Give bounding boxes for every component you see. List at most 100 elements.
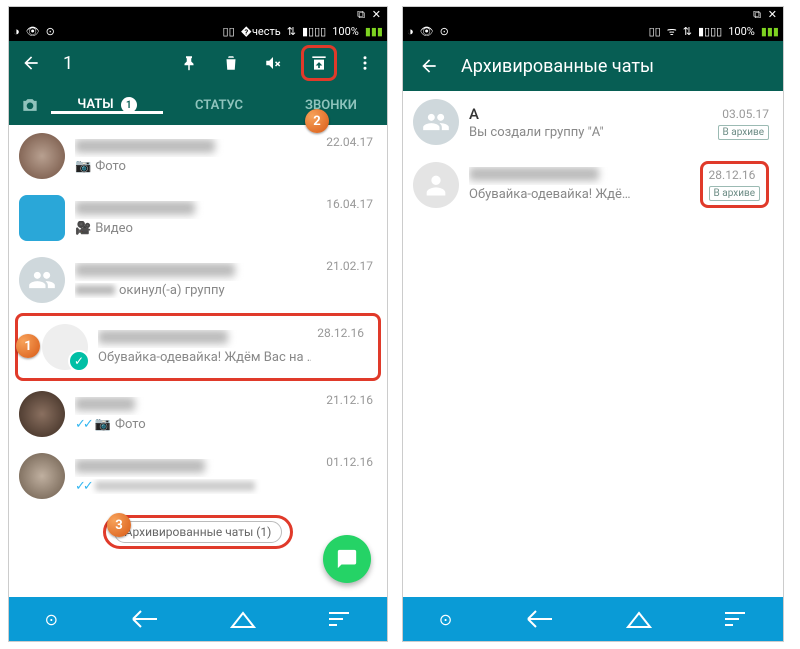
status-icon: ◑ bbox=[407, 25, 414, 38]
chat-date: 03.05.17 bbox=[722, 107, 769, 121]
signal-icon: ▮▯▯▯ bbox=[698, 25, 722, 38]
archived-chats-button[interactable]: Архивированные чаты (1) bbox=[114, 521, 283, 543]
vibrate-icon: ▯▯ bbox=[223, 25, 235, 38]
archive-button-highlight bbox=[301, 45, 337, 81]
archived-list: A Вы создали группу "A" 03.05.17 В архив… bbox=[403, 91, 783, 216]
teamviewer-nav-icon[interactable]: ⊙ bbox=[439, 610, 452, 629]
mute-button[interactable] bbox=[259, 49, 287, 77]
chat-name-blurred: +7 906 440-68-08 bbox=[98, 330, 228, 344]
teamviewer-icon: ⊙ bbox=[440, 25, 449, 38]
tab-calls[interactable]: ЗВОНКИ bbox=[275, 98, 387, 113]
chat-name-blurred: +7 952 847-13-20 bbox=[75, 459, 205, 473]
nav-recent-button[interactable] bbox=[327, 609, 351, 629]
chat-list: Надя Бондаренко 📷Фото 22.04.17 +7 918 77… bbox=[9, 125, 387, 561]
archived-row[interactable]: +7 906 440-68-08 Обувайка-одевайка! Ждё…… bbox=[403, 153, 783, 216]
chat-date: 21.12.16 bbox=[326, 393, 373, 407]
chat-row[interactable]: День рождения Артём окинул(-а) группу 21… bbox=[9, 249, 387, 311]
back-button[interactable] bbox=[415, 52, 443, 80]
archive-button[interactable] bbox=[306, 50, 332, 76]
avatar[interactable] bbox=[19, 133, 65, 179]
back-button[interactable] bbox=[17, 49, 45, 77]
wifi-icon: ᯤ bbox=[667, 24, 677, 39]
archived-row-highlight: 28.12.16 В архиве bbox=[700, 161, 769, 208]
status-bar: ◑ 👁 ⊙ ▯▯ �честь ⇅ ▮▯▯▯ 100% ▮▮▮ bbox=[9, 21, 387, 41]
archived-title-bar: Архивированные чаты bbox=[403, 41, 783, 91]
android-navbar: ⊙ bbox=[403, 597, 783, 641]
archived-badge: В архиве bbox=[709, 186, 760, 201]
wifi-icon: �честь bbox=[241, 25, 281, 38]
more-button[interactable] bbox=[351, 49, 379, 77]
tab-chats[interactable]: ЧАТЫ 1 bbox=[51, 97, 163, 114]
chat-name: A bbox=[469, 105, 716, 123]
eye-icon: 👁 bbox=[420, 25, 434, 38]
archived-badge: В архиве bbox=[718, 125, 769, 140]
avatar[interactable] bbox=[413, 162, 459, 208]
avatar[interactable] bbox=[19, 391, 65, 437]
avatar[interactable] bbox=[19, 195, 65, 241]
battery-text: 100% bbox=[728, 25, 755, 38]
avatar[interactable] bbox=[42, 324, 88, 370]
close-icon[interactable]: ✕ bbox=[372, 8, 381, 21]
delete-button[interactable] bbox=[217, 49, 245, 77]
chat-date: 01.12.16 bbox=[326, 455, 373, 469]
page-title: Архивированные чаты bbox=[461, 56, 654, 77]
battery-icon: ▮▮▮ bbox=[761, 25, 779, 38]
teamviewer-icon: ⊙ bbox=[46, 25, 55, 38]
nav-back-button[interactable] bbox=[129, 609, 159, 629]
avatar[interactable] bbox=[413, 99, 459, 145]
pin-button[interactable] bbox=[175, 49, 203, 77]
eye-icon: 👁 bbox=[26, 25, 40, 38]
read-tick-icon: ✓✓ bbox=[75, 417, 91, 432]
battery-text: 100% bbox=[332, 25, 359, 38]
vibrate-icon: ▯▯ bbox=[649, 25, 661, 38]
open-external-icon[interactable]: ⧉ bbox=[357, 8, 365, 22]
chat-row[interactable]: +7 918 775-96-67 🎥Видео 16.04.17 bbox=[9, 187, 387, 249]
read-tick-icon: ✓✓ bbox=[75, 479, 91, 494]
archived-chats-highlight: Архивированные чаты (1) bbox=[103, 515, 294, 549]
archived-row[interactable]: A Вы создали группу "A" 03.05.17 В архив… bbox=[403, 91, 783, 153]
chat-date: 28.12.16 bbox=[317, 326, 364, 340]
callout-3: 3 bbox=[107, 513, 131, 537]
chat-name-blurred: Andre bbox=[75, 397, 135, 411]
chats-unread-badge: 1 bbox=[121, 97, 137, 113]
teamviewer-nav-icon[interactable]: ⊙ bbox=[45, 610, 58, 629]
screen-chat-list: ⧉ ✕ ◑ 👁 ⊙ ▯▯ �честь ⇅ ▮▯▯▯ 100% ▮▮▮ 1 bbox=[8, 6, 388, 642]
chat-date: 22.04.17 bbox=[326, 135, 373, 149]
chat-name-blurred: День рождения Артём bbox=[75, 263, 235, 277]
nav-back-button[interactable] bbox=[524, 609, 554, 629]
window-topbar: ⧉ ✕ bbox=[9, 7, 387, 21]
callout-1: 1 bbox=[16, 334, 40, 358]
tab-camera[interactable] bbox=[9, 95, 51, 115]
nav-recent-button[interactable] bbox=[723, 609, 747, 629]
android-navbar: ⊙ bbox=[9, 597, 387, 641]
nav-home-button[interactable] bbox=[626, 609, 652, 629]
chat-name-blurred: +7 918 775-96-67 bbox=[75, 201, 195, 215]
selection-count: 1 bbox=[63, 53, 73, 74]
camera-icon: 📷 bbox=[95, 417, 111, 432]
window-topbar: ⧉ ✕ bbox=[403, 7, 783, 21]
camera-icon: 📷 bbox=[75, 159, 91, 174]
chat-date: 28.12.16 bbox=[709, 168, 756, 182]
chat-name-blurred: +7 906 440-68-08 bbox=[469, 167, 599, 181]
chat-row[interactable]: Надя Бондаренко 📷Фото 22.04.17 bbox=[9, 125, 387, 187]
new-chat-fab[interactable] bbox=[323, 535, 371, 583]
avatar[interactable] bbox=[19, 257, 65, 303]
screen-archived: ⧉ ✕ ◑ 👁 ⊙ ▯▯ ᯤ ⇅ ▮▯▯▯ 100% ▮▮▮ Архивиров… bbox=[402, 6, 784, 642]
chat-row[interactable]: Andre ✓✓📷Фото 21.12.16 bbox=[9, 383, 387, 445]
tab-bar: ЧАТЫ 1 СТАТУС ЗВОНКИ bbox=[9, 85, 387, 125]
open-external-icon[interactable]: ⧉ bbox=[753, 8, 761, 22]
chat-date: 16.04.17 bbox=[326, 197, 373, 211]
chat-date: 21.02.17 bbox=[326, 259, 373, 273]
avatar[interactable] bbox=[19, 453, 65, 499]
status-icon: ◑ bbox=[13, 25, 20, 38]
tab-status[interactable]: СТАТУС bbox=[163, 98, 275, 113]
chat-row-selected[interactable]: 1 +7 906 440-68-08 Обувайка-одевайка! Жд… bbox=[15, 313, 381, 381]
signal-icon: ▮▯▯▯ bbox=[302, 25, 326, 38]
chat-row[interactable]: +7 952 847-13-20 ✓✓Спасибо. 01.12.16 bbox=[9, 445, 387, 507]
close-icon[interactable]: ✕ bbox=[768, 8, 777, 21]
nav-home-button[interactable] bbox=[230, 609, 256, 629]
chat-name-blurred: Надя Бондаренко bbox=[75, 139, 215, 153]
battery-icon: ▮▮▮ bbox=[365, 25, 383, 38]
status-bar: ◑ 👁 ⊙ ▯▯ ᯤ ⇅ ▮▯▯▯ 100% ▮▮▮ bbox=[403, 21, 783, 41]
data-icon: ⇅ bbox=[683, 25, 692, 38]
